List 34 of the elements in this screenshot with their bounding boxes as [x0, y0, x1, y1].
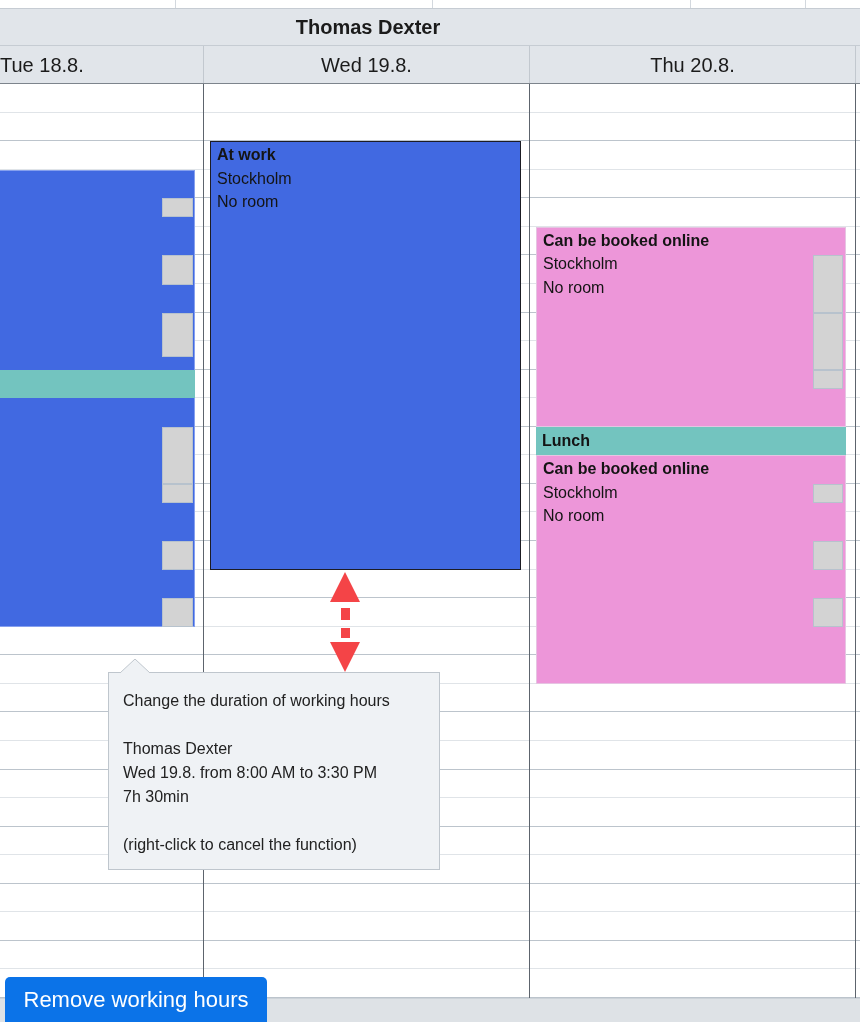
online-booking-block[interactable]: Can be booked online Stockholm No room	[536, 226, 846, 427]
tooltip-hint: (right-click to cancel the function)	[123, 835, 357, 855]
tooltip-duration: 7h 30min	[123, 787, 189, 807]
tooltip-title: Change the duration of working hours	[123, 691, 390, 711]
slot-marker-icon	[162, 312, 193, 357]
working-hours-block[interactable]: At work Stockholm No room	[210, 141, 521, 570]
event-title: Can be booked online	[543, 230, 710, 251]
slot-marker-icon	[162, 198, 193, 218]
event-location: Stockholm	[543, 254, 618, 275]
event-title: At work	[217, 145, 276, 166]
event-location: Stockholm	[217, 168, 292, 189]
slot-marker-icon	[162, 255, 193, 285]
day-header: Thu 20.8.	[530, 46, 856, 83]
tooltip-time: Wed 19.8. from 8:00 AM to 3:30 PM	[123, 763, 378, 783]
event-room: No room	[543, 277, 605, 298]
event-title: Can be booked online	[543, 459, 710, 480]
event-room: No room	[543, 506, 605, 527]
resource-name: Thomas Dexter	[295, 15, 441, 40]
slot-marker-icon	[813, 541, 843, 571]
slot-marker-icon	[813, 483, 843, 503]
slot-marker-icon	[162, 598, 193, 627]
event-room: No room	[217, 191, 279, 212]
slot-marker-icon	[162, 541, 193, 571]
double-arrow-icon[interactable]	[330, 572, 360, 672]
lunch-block[interactable]: Lunch	[536, 426, 846, 456]
remove-working-hours-button[interactable]: Remove working hours	[5, 977, 267, 1022]
tooltip-person: Thomas Dexter	[123, 739, 233, 759]
lunch-block[interactable]	[0, 369, 195, 399]
slot-marker-icon	[813, 598, 843, 627]
slot-marker-icon	[813, 255, 843, 313]
day-header: Tue 18.8.	[0, 46, 204, 83]
online-booking-block[interactable]: Can be booked online Stockholm No room	[536, 455, 846, 684]
day-header: Wed 19.8.	[204, 46, 530, 83]
event-location: Stockholm	[543, 482, 618, 503]
